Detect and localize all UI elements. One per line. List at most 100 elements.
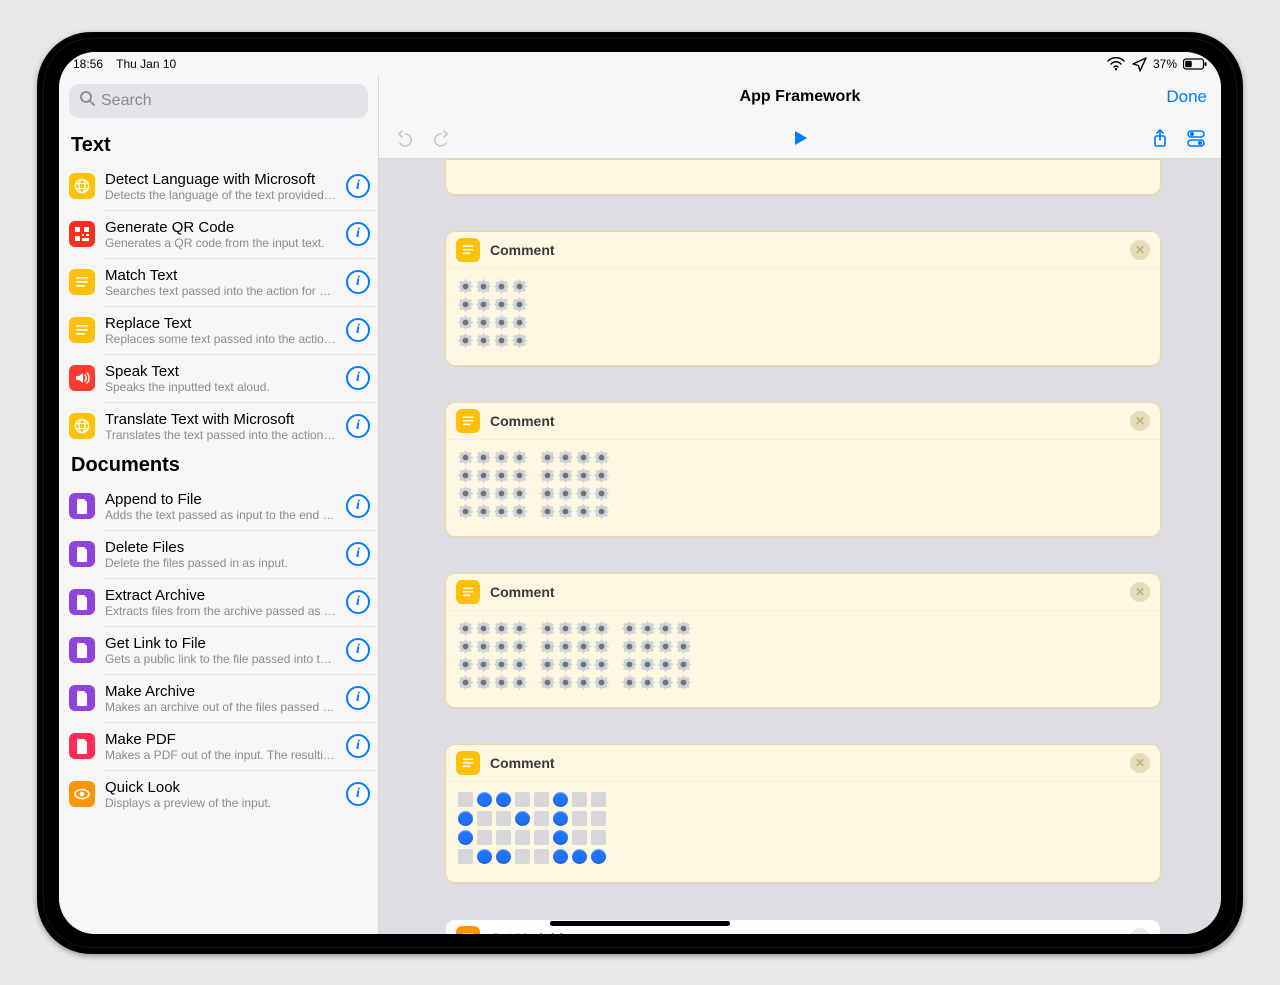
delete-action-button[interactable]: ✕ [1130,240,1150,260]
ipad-device: 18:56 Thu Jan 10 37% Search TextDetect L… [37,32,1243,954]
action-title: Replace Text [105,315,336,332]
comment-action-card[interactable]: Comment✕ [445,573,1161,708]
gear-icon [512,486,527,501]
variable-icon [456,926,480,933]
delete-action-button[interactable]: ✕ [1130,582,1150,602]
pixel-on-icon [477,792,492,807]
action-title: Delete Files [105,539,336,556]
gear-icon [476,450,491,465]
info-button[interactable]: i [346,734,370,758]
gear-icon [512,675,527,690]
gear-icon [576,468,591,483]
info-button[interactable]: i [346,590,370,614]
info-button[interactable]: i [346,414,370,438]
action-card-header[interactable]: Comment✕ [446,232,1160,269]
pixel-on-icon [496,849,511,864]
location-icon [1131,56,1147,72]
action-subtitle: Displays a preview of the input. [105,796,336,810]
sidebar-scroll[interactable]: TextDetect Language with MicrosoftDetect… [59,130,378,934]
delete-action-button[interactable]: ✕ [1130,411,1150,431]
undo-button[interactable] [395,129,413,147]
action-card[interactable] [445,159,1161,195]
info-button[interactable]: i [346,686,370,710]
search-input[interactable]: Search [69,84,368,118]
action-list-item[interactable]: Extract ArchiveExtracts files from the a… [59,579,378,626]
action-list-item[interactable]: Get Link to FileGets a public link to th… [59,627,378,674]
action-card-header[interactable]: Comment✕ [446,574,1160,611]
file-icon [69,685,95,711]
pixel-off-icon [458,792,473,807]
comment-action-card[interactable]: Comment ✕ [445,402,1161,537]
action-list-item[interactable]: Speak TextSpeaks the inputted text aloud… [59,355,378,402]
comment-body[interactable] [446,782,1160,882]
info-button[interactable]: i [346,174,370,198]
info-button[interactable]: i [346,318,370,342]
info-button[interactable]: i [346,542,370,566]
pixel-off-icon [515,830,530,845]
action-list-item[interactable]: Append to FileAdds the text passed as in… [59,483,378,530]
action-list-item[interactable]: Match TextSearches text passed into the … [59,259,378,306]
file-icon [69,493,95,519]
gear-icon [640,657,655,672]
info-button[interactable]: i [346,222,370,246]
pixel-off-icon [458,849,473,864]
redo-button[interactable] [433,129,451,147]
info-button[interactable]: i [346,782,370,806]
comment-body[interactable] [446,269,1160,365]
lines-icon [456,751,480,775]
action-list-item[interactable]: Make ArchiveMakes an archive out of the … [59,675,378,722]
info-button[interactable]: i [346,366,370,390]
pixel-on-icon [553,811,568,826]
action-card-header[interactable]: Comment✕ [446,745,1160,782]
pixel-on-icon [458,830,473,845]
info-button[interactable]: i [346,270,370,294]
action-list-item[interactable]: Make PDFMakes a PDF out of the input. Th… [59,723,378,770]
gear-icon [512,450,527,465]
comment-body[interactable] [446,611,1160,707]
action-list-item[interactable]: Translate Text with MicrosoftTranslates … [59,403,378,450]
action-card-header[interactable]: Comment ✕ [446,403,1160,440]
gear-icon [676,639,691,654]
editor-nav: App Framework Done [379,76,1221,119]
comment-action-card[interactable]: Comment✕ [445,231,1161,366]
gear-icon [558,468,573,483]
gear-icon [494,657,509,672]
editor-canvas[interactable]: Comment✕Comment✕Comment✕Comment✕Get Vari… [379,159,1221,933]
delete-action-button[interactable]: ✕ [1130,928,1150,933]
action-list-item[interactable]: Detect Language with MicrosoftDetects th… [59,163,378,210]
gear-icon [540,468,555,483]
gear-icon [622,621,637,636]
action-title: Make Archive [105,683,336,700]
search-placeholder: Search [101,92,152,110]
gear-icon [476,657,491,672]
action-subtitle: Generates a QR code from the input text. [105,236,336,250]
delete-action-button[interactable]: ✕ [1130,753,1150,773]
gear-icon [458,333,473,348]
action-list-item[interactable]: Quick LookDisplays a preview of the inpu… [59,771,378,818]
settings-button[interactable] [1187,129,1205,147]
action-card-title: Comment [490,413,555,429]
gear-icon [458,468,473,483]
gear-icon [476,333,491,348]
share-button[interactable] [1151,129,1169,147]
gear-icon [512,639,527,654]
lines-icon [456,580,480,604]
action-subtitle: Extracts files from the archive passed a… [105,604,336,618]
status-bar: 18:56 Thu Jan 10 37% [59,52,1221,76]
action-list-item[interactable]: Delete FilesDelete the files passed in a… [59,531,378,578]
gear-icon [458,621,473,636]
action-list-item[interactable]: Generate QR CodeGenerates a QR code from… [59,211,378,258]
info-button[interactable]: i [346,494,370,518]
gear-icon [658,639,673,654]
comment-body[interactable] [446,440,1160,536]
gear-icon [558,504,573,519]
info-button[interactable]: i [346,638,370,662]
action-title: Make PDF [105,731,336,748]
done-button[interactable]: Done [1166,87,1207,107]
gear-icon [476,297,491,312]
pixel-off-icon [515,849,530,864]
play-button[interactable] [791,129,809,147]
pixel-off-icon [477,811,492,826]
comment-action-card[interactable]: Comment✕ [445,744,1161,883]
action-list-item[interactable]: Replace TextReplaces some text passed in… [59,307,378,354]
